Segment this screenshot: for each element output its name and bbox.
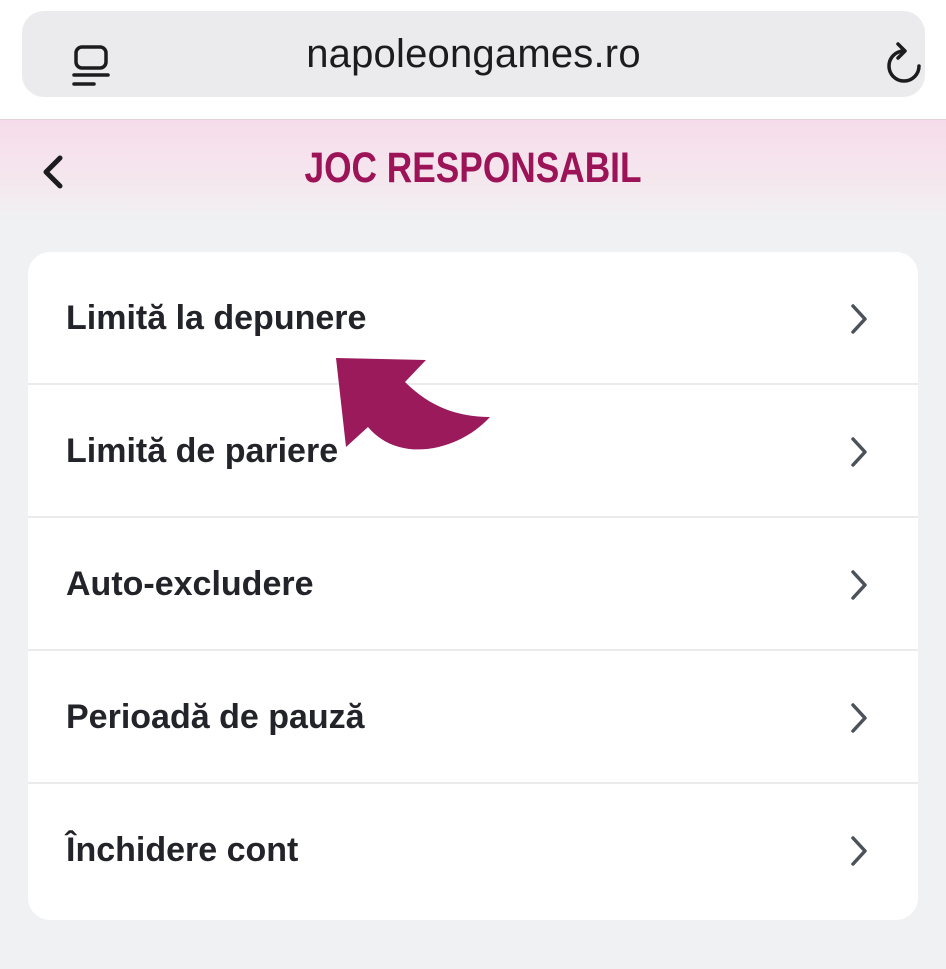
browser-toolbar: napoleongames.ro: [0, 0, 946, 119]
menu-item-pause-period[interactable]: Perioadă de pauză: [28, 651, 918, 784]
address-bar[interactable]: napoleongames.ro: [22, 11, 925, 97]
chevron-right-icon: [851, 836, 867, 866]
chevron-right-icon: [851, 703, 867, 733]
reload-icon[interactable]: [884, 42, 926, 88]
chevron-left-icon[interactable]: [38, 152, 68, 192]
menu-item-label: Auto-excludere: [66, 565, 314, 603]
url-text[interactable]: napoleongames.ro: [22, 11, 925, 97]
page-header: JOC RESPONSABIL: [0, 119, 946, 220]
menu-item-label: Închidere cont: [66, 831, 299, 869]
chevron-right-icon: [851, 437, 867, 467]
menu-item-label: Limită de pariere: [66, 432, 339, 470]
chevron-right-icon: [851, 570, 867, 600]
responsible-gaming-menu: Limită la depunere Limită de pariere Aut…: [28, 252, 918, 920]
annotation-arrow-icon: [336, 358, 490, 450]
chevron-right-icon: [851, 304, 867, 334]
menu-item-close-account[interactable]: Închidere cont: [28, 784, 918, 920]
page-title: JOC RESPONSABIL: [304, 144, 642, 192]
menu-item-label: Limită la depunere: [66, 299, 367, 337]
menu-item-self-exclusion[interactable]: Auto-excludere: [28, 518, 918, 651]
menu-item-label: Perioadă de pauză: [66, 698, 365, 736]
